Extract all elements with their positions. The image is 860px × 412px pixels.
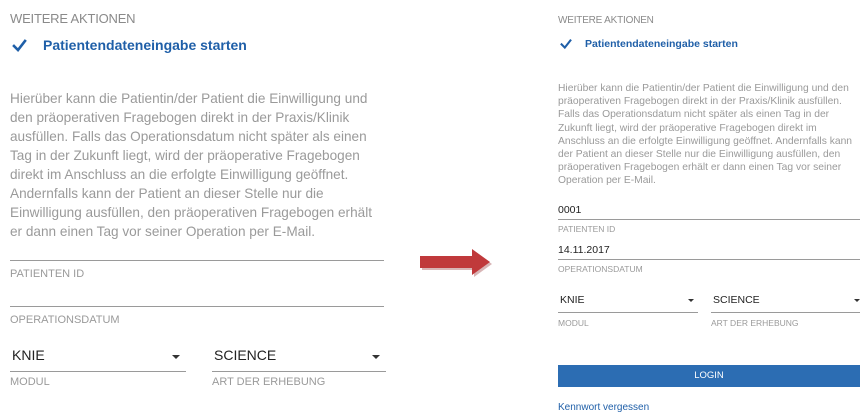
survey-type-select[interactable]: SCIENCE bbox=[711, 290, 860, 313]
patient-id-input[interactable] bbox=[10, 260, 384, 261]
patient-id-underline bbox=[558, 219, 860, 220]
form-after-panel: WEITERE AKTIONEN Patientendateneingabe s… bbox=[557, 0, 860, 412]
operation-date-label: OPERATIONSDATUM bbox=[558, 264, 643, 274]
modul-select[interactable]: KNIE bbox=[558, 290, 698, 313]
description-text: Hierüber kann die Patientin/der Patient … bbox=[558, 83, 853, 187]
checkbox-label: Patientendateneingabe starten bbox=[585, 38, 738, 50]
checkmark-icon[interactable] bbox=[12, 38, 27, 53]
checkmark-icon[interactable] bbox=[560, 38, 572, 50]
login-button[interactable]: LOGIN bbox=[558, 365, 860, 387]
patient-id-label: PATIENTEN ID bbox=[558, 224, 616, 234]
description-text: Hierüber kann die Patientin/der Patient … bbox=[10, 91, 372, 239]
survey-type-label: ART DER ERHEBUNG bbox=[212, 376, 326, 388]
operation-date-label: OPERATIONSDATUM bbox=[10, 314, 120, 326]
modul-select-value: KNIE bbox=[560, 294, 585, 306]
modul-select-value: KNIE bbox=[12, 347, 45, 363]
checkbox-label: Patientendateneingabe starten bbox=[43, 37, 247, 53]
forgot-password-link[interactable]: Kennwort vergessen bbox=[558, 402, 649, 412]
patient-data-entry-checkbox[interactable]: Patientendateneingabe starten bbox=[560, 38, 738, 50]
survey-type-select-value: SCIENCE bbox=[713, 294, 760, 306]
operation-date-input[interactable] bbox=[10, 306, 384, 307]
arrow-right-icon bbox=[420, 249, 492, 277]
patient-data-entry-checkbox[interactable]: Patientendateneingabe starten bbox=[12, 37, 247, 53]
caret-down-icon bbox=[688, 299, 694, 302]
caret-down-icon bbox=[172, 355, 180, 359]
survey-type-label: ART DER ERHEBUNG bbox=[711, 318, 799, 328]
modul-label: MODUL bbox=[558, 318, 589, 328]
survey-type-select[interactable]: SCIENCE bbox=[212, 343, 386, 372]
operation-date-underline bbox=[558, 259, 860, 260]
survey-type-select-value: SCIENCE bbox=[214, 347, 277, 363]
patient-id-label: PATIENTEN ID bbox=[10, 268, 85, 280]
section-title: WEITERE AKTIONEN bbox=[10, 11, 136, 26]
operation-date-input[interactable]: 14.11.2017 bbox=[558, 244, 610, 256]
caret-down-icon bbox=[372, 355, 380, 359]
modul-label: MODUL bbox=[10, 376, 50, 388]
caret-down-icon bbox=[854, 299, 860, 302]
section-title: WEITERE AKTIONEN bbox=[558, 15, 654, 26]
modul-select[interactable]: KNIE bbox=[10, 343, 186, 372]
patient-id-input[interactable]: 0001 bbox=[558, 204, 581, 216]
